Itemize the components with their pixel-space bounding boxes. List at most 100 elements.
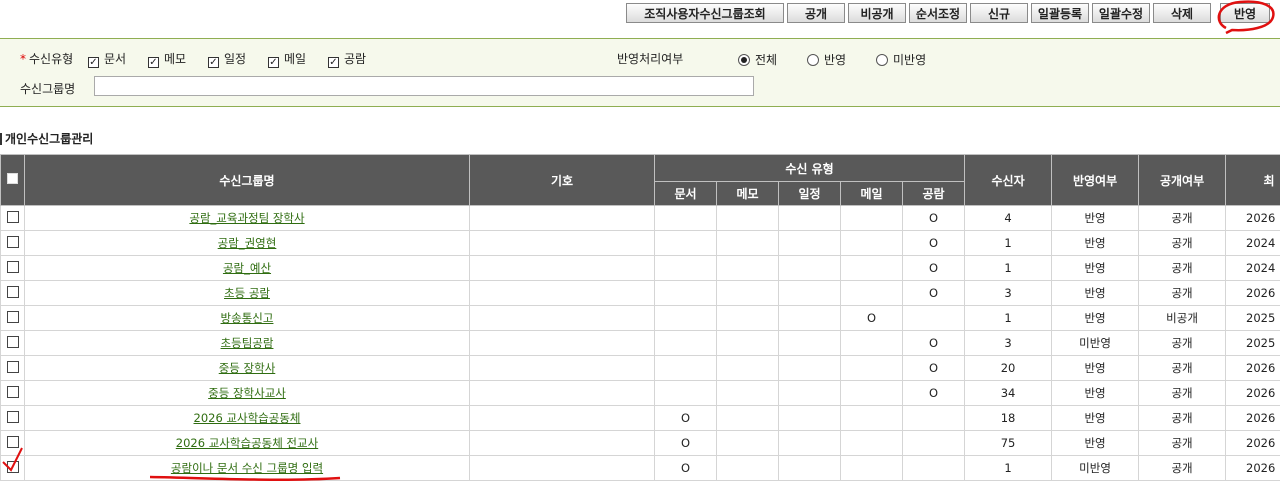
new-button[interactable]: 신규 xyxy=(970,3,1028,23)
public-button[interactable]: 공개 xyxy=(787,3,845,23)
table-row[interactable]: 중등 장학사 O 20 반영 공개 2026 xyxy=(0,355,1280,381)
group-name-link[interactable]: 중등 장학사교사 xyxy=(208,386,286,400)
table-row[interactable]: 초등팀공람 O 3 미반영 공개 2025 xyxy=(0,330,1280,356)
table-row[interactable]: 공람_교육과정팀 장학사 O 4 반영 공개 2026 xyxy=(0,205,1280,231)
group-name-cell[interactable]: 공람_교육과정팀 장학사 xyxy=(24,205,470,231)
apply-option-applied: 반영 xyxy=(824,53,847,67)
header-symbol[interactable]: 기호 xyxy=(469,154,655,206)
radio-icon[interactable] xyxy=(738,54,750,66)
row-select-cell[interactable] xyxy=(0,330,25,356)
group-name-link[interactable]: 공람_교육과정팀 장학사 xyxy=(189,211,304,225)
public-cell: 공개 xyxy=(1138,430,1227,456)
toolbar: 조직사용자수신그룹조회 공개 비공개 순서조정 신규 일괄등록 일괄수정 삭제 … xyxy=(0,3,1280,25)
table-row[interactable]: 공람_예산 O 1 반영 공개 2024 xyxy=(0,255,1280,281)
delete-button[interactable]: 삭제 xyxy=(1153,3,1211,23)
type-checkbox-schedule[interactable]: ✓ 일정 xyxy=(208,49,246,69)
table-row[interactable]: 공람_권영현 O 1 반영 공개 2024 xyxy=(0,230,1280,256)
header-group-name[interactable]: 수신그룹명 xyxy=(24,154,470,206)
table-row[interactable]: 초등 공람 O 3 반영 공개 2026 xyxy=(0,280,1280,306)
checkbox-icon[interactable]: ✓ xyxy=(148,57,159,68)
type-checkbox-gongram[interactable]: ✓ 공람 xyxy=(328,49,366,69)
row-checkbox[interactable] xyxy=(6,461,19,473)
apply-radio-unapplied[interactable]: 미반영 xyxy=(876,50,926,70)
private-button[interactable]: 비공개 xyxy=(848,3,906,23)
apply-option-unapplied: 미반영 xyxy=(893,53,927,67)
checkbox-icon[interactable]: ✓ xyxy=(208,57,219,68)
org-user-group-search-button[interactable]: 조직사용자수신그룹조회 xyxy=(626,3,784,23)
apply-button[interactable]: 반영 xyxy=(1220,3,1270,23)
group-name-link[interactable]: 공람이나 문서 수신 그룹명 입력 xyxy=(171,461,323,475)
apply-radio-applied[interactable]: 반영 xyxy=(807,50,846,70)
row-select-cell[interactable] xyxy=(0,205,25,231)
row-checkbox[interactable] xyxy=(6,386,19,398)
type-gongram-cell: O xyxy=(901,280,966,306)
type-checkbox-memo[interactable]: ✓ 메모 xyxy=(148,49,186,69)
group-name-link[interactable]: 공람_예산 xyxy=(223,261,271,275)
radio-icon[interactable] xyxy=(807,54,819,66)
row-select-cell[interactable] xyxy=(0,255,25,281)
header-recipients[interactable]: 수신자 xyxy=(964,154,1053,206)
group-name-link[interactable]: 2026 교사학습공동체 xyxy=(194,411,301,425)
table-row[interactable]: 공람이나 문서 수신 그룹명 입력 O 1 미반영 공개 2026 xyxy=(0,455,1280,481)
group-name-input[interactable] xyxy=(94,76,754,96)
table-row[interactable]: 중등 장학사교사 O 34 반영 공개 2026 xyxy=(0,380,1280,406)
recipient-count-cell: 1 xyxy=(964,455,1053,481)
group-name-cell[interactable]: 공람이나 문서 수신 그룹명 입력 xyxy=(24,455,470,481)
group-name-cell[interactable]: 공람_예산 xyxy=(24,255,470,281)
group-name-cell[interactable]: 공람_권영현 xyxy=(24,230,470,256)
table-row[interactable]: 2026 교사학습공동체 O 18 반영 공개 2026 xyxy=(0,405,1280,431)
row-checkbox[interactable] xyxy=(6,411,19,423)
header-last[interactable]: 최 xyxy=(1225,154,1280,206)
group-name-cell[interactable]: 초등팀공람 xyxy=(24,330,470,356)
checkbox-icon[interactable]: ✓ xyxy=(88,57,99,68)
header-applied[interactable]: 반영여부 xyxy=(1051,154,1140,206)
row-select-cell[interactable] xyxy=(0,305,25,331)
row-select-cell[interactable] xyxy=(0,405,25,431)
group-name-link[interactable]: 초등 공람 xyxy=(224,286,270,300)
group-name-link[interactable]: 공람_권영현 xyxy=(218,236,277,250)
group-name-link[interactable]: 초등팀공람 xyxy=(221,336,274,350)
row-select-cell[interactable] xyxy=(0,455,25,481)
group-name-link[interactable]: 중등 장학사 xyxy=(219,361,276,375)
table-row[interactable]: 2026 교사학습공동체 전교사 O 75 반영 공개 2026 xyxy=(0,430,1280,456)
row-checkbox[interactable] xyxy=(6,311,19,323)
apply-radio-all[interactable]: 전체 xyxy=(738,50,777,70)
group-name-cell[interactable]: 방송통신고 xyxy=(24,305,470,331)
row-select-cell[interactable] xyxy=(0,430,25,456)
type-checkbox-mail[interactable]: ✓ 메일 xyxy=(268,49,306,69)
row-checkbox[interactable] xyxy=(6,286,19,298)
group-name-cell[interactable]: 2026 교사학습공동체 전교사 xyxy=(24,430,470,456)
row-checkbox[interactable] xyxy=(6,236,19,248)
header-public[interactable]: 공개여부 xyxy=(1138,154,1227,206)
bulk-edit-button[interactable]: 일괄수정 xyxy=(1092,3,1150,23)
header-type-doc: 문서 xyxy=(654,181,717,206)
checkbox-icon[interactable]: ✓ xyxy=(268,57,279,68)
row-checkbox[interactable] xyxy=(6,336,19,348)
reorder-button[interactable]: 순서조정 xyxy=(909,3,967,23)
group-name-cell[interactable]: 초등 공람 xyxy=(24,280,470,306)
table-row[interactable]: 방송통신고 O 1 반영 비공개 2025 xyxy=(0,305,1280,331)
group-name-link[interactable]: 방송통신고 xyxy=(221,311,274,325)
row-checkbox[interactable] xyxy=(6,261,19,273)
type-checkbox-doc[interactable]: ✓ 문서 xyxy=(88,49,126,69)
row-select-cell[interactable] xyxy=(0,355,25,381)
checkbox-icon[interactable]: ✓ xyxy=(328,57,339,68)
row-select-cell[interactable] xyxy=(0,380,25,406)
group-name-cell[interactable]: 2026 교사학습공동체 xyxy=(24,405,470,431)
row-checkbox[interactable] xyxy=(6,211,19,223)
select-all-header[interactable] xyxy=(0,154,25,206)
type-doc-cell xyxy=(654,280,717,306)
row-checkbox[interactable] xyxy=(6,361,19,373)
group-name-cell[interactable]: 중등 장학사 xyxy=(24,355,470,381)
group-name-link[interactable]: 2026 교사학습공동체 전교사 xyxy=(176,436,318,450)
row-select-cell[interactable] xyxy=(0,230,25,256)
bulk-register-button[interactable]: 일괄등록 xyxy=(1031,3,1089,23)
type-doc-cell xyxy=(654,205,717,231)
radio-icon[interactable] xyxy=(876,54,888,66)
select-all-checkbox[interactable] xyxy=(7,173,18,184)
group-name-cell[interactable]: 중등 장학사교사 xyxy=(24,380,470,406)
row-checkbox[interactable] xyxy=(6,436,19,448)
type-label-schedule: 일정 xyxy=(224,52,247,66)
last-date-cell: 2026 xyxy=(1225,405,1280,431)
row-select-cell[interactable] xyxy=(0,280,25,306)
